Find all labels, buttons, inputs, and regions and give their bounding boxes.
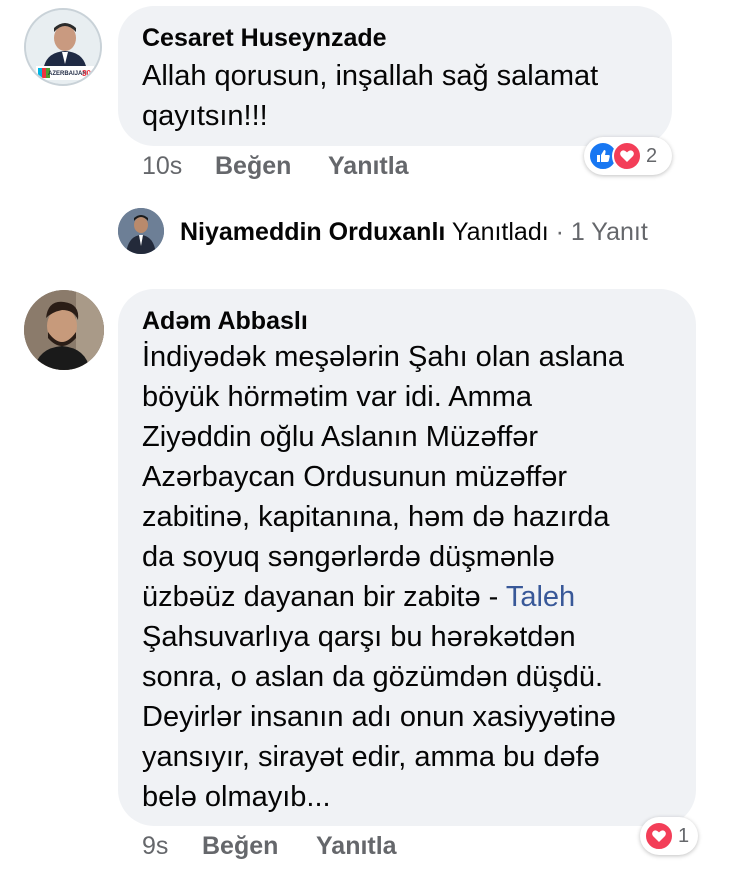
reply-author[interactable]: Niyameddin Orduxanlı xyxy=(180,218,445,246)
reply-button[interactable]: Yanıtla xyxy=(316,832,397,861)
reply-count[interactable]: 1 Yanıt xyxy=(571,218,648,246)
reaction-count: 2 xyxy=(646,144,658,167)
reactions-summary[interactable]: 2 xyxy=(584,137,672,175)
avatar-photo xyxy=(118,208,164,254)
comment-author[interactable]: Adəm Abbaslı xyxy=(142,305,672,337)
like-button[interactable]: Beğen xyxy=(202,832,278,861)
love-reaction-icon xyxy=(612,141,642,171)
love-reaction-icon xyxy=(644,821,674,851)
avatar-caption: AZERBAIJAN xyxy=(48,71,87,77)
comment-text: İndiyədək meşələrin Şahı olan aslana böy… xyxy=(142,337,672,817)
comment-text-line: da soyuq səngərlərdə düşmənlə xyxy=(142,541,555,573)
comment-text-line: böyük hörmətim var idi. Amma xyxy=(142,381,533,413)
comment-text-line: yansıyır, sirayət edir, amma bu dəfə xyxy=(142,741,600,773)
reply-separator: · xyxy=(555,218,564,246)
comment-text-line: Deyirlər insanın adı onun xasiyyətinə xyxy=(142,701,616,733)
comment-text-line: Allah qorusun, inşallah sağ salamat xyxy=(142,60,599,92)
like-button[interactable]: Beğen xyxy=(215,152,291,181)
comment-text: Allah qorusun, inşallah sağ salamat qayı… xyxy=(142,56,648,136)
reply-button[interactable]: Yanıtla xyxy=(328,152,409,181)
comment-text-line: qayıtsın!!! xyxy=(142,100,268,132)
comment-text-fragment: üzbəüz dayanan bir zabitə - xyxy=(142,581,506,613)
comment-bubble-2: Adəm Abbaslı İndiyədək meşələrin Şahı ol… xyxy=(118,289,696,826)
comment-text-line: üzbəüz dayanan bir zabitə - Taleh xyxy=(142,577,672,617)
avatar-niyameddin[interactable] xyxy=(118,208,164,254)
comment-text-line: Şahsuvarlıya qarşı bu hərəkətdən xyxy=(142,621,576,653)
reply-summary[interactable]: Niyameddin Orduxanlı Yanıtladı · 1 Yanıt xyxy=(180,218,648,247)
comment-text-line: İndiyədək meşələrin Şahı olan aslana xyxy=(142,341,625,373)
reply-action: Yanıtladı xyxy=(451,218,549,246)
comment-time[interactable]: 9s xyxy=(142,832,168,861)
reactions-summary[interactable]: 1 xyxy=(640,817,698,855)
comment-text-line: Ziyəddin oğlu Aslanın Müzəffər xyxy=(142,421,539,453)
avatar-adem[interactable] xyxy=(24,290,104,370)
comment-text-line: Azərbaycan Ordusunun müzəffər xyxy=(142,461,568,493)
comment-author[interactable]: Cesaret Huseynzade xyxy=(142,22,648,54)
avatar-photo xyxy=(24,290,104,370)
comment-bubble-1: Cesaret Huseynzade Allah qorusun, inşall… xyxy=(118,6,672,146)
mention-link[interactable]: Taleh xyxy=(506,581,575,613)
avatar-number: 30 xyxy=(82,69,91,78)
comment-time[interactable]: 10s xyxy=(142,152,182,181)
comment-text-line: belə olmayıb... xyxy=(142,781,331,813)
comment-text-line: zabitinə, kapitanına, həm də hazırda xyxy=(142,501,610,533)
reaction-count: 1 xyxy=(678,824,690,847)
avatar-cesaret[interactable]: AZERBAIJAN 30 xyxy=(24,8,102,86)
comment-text-line: sonra, o aslan da gözümdən düşdü. xyxy=(142,661,604,693)
